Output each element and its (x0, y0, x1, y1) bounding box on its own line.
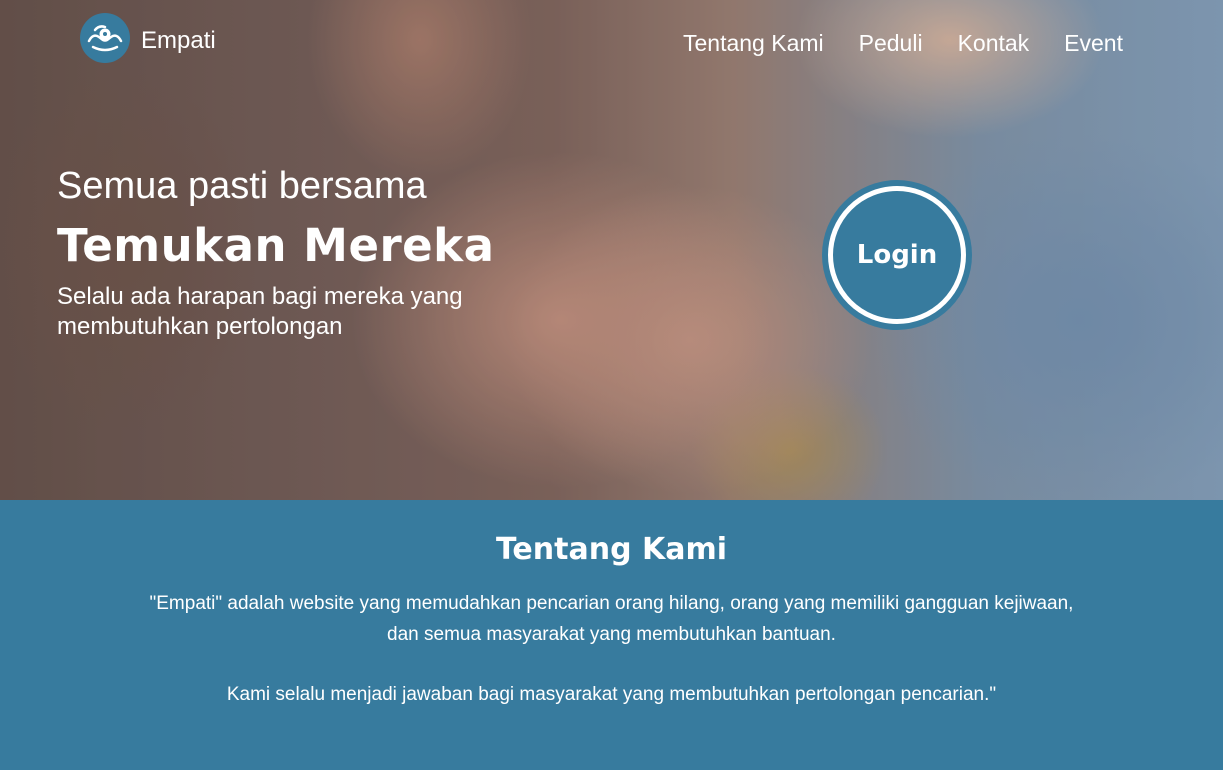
login-button[interactable]: Login (828, 186, 966, 324)
hero-text-block: Semua pasti bersama Temukan Mereka Selal… (57, 164, 497, 342)
nav-kontak[interactable]: Kontak (958, 28, 1030, 58)
about-title: Tentang Kami (495, 532, 728, 567)
brand-name[interactable]: Empati (141, 26, 216, 56)
about-text: "Empati" adalah website yang memudahkan … (0, 588, 1223, 710)
about-line-1: "Empati" adalah website yang memudahkan … (149, 593, 1074, 614)
about-paragraph-2: Kami selalu menjadi jawaban bagi masyara… (226, 684, 997, 705)
nav-peduli[interactable]: Peduli (859, 28, 923, 58)
hero-section: Empati Tentang Kami Peduli Kontak Event … (0, 0, 1223, 500)
about-section: Tentang Kami "Empati" adalah website yan… (0, 500, 1223, 770)
hero-kicker: Semua pasti bersama (57, 165, 427, 207)
nav-tentang-kami[interactable]: Tentang Kami (683, 28, 824, 58)
brand-logo[interactable] (80, 13, 130, 63)
about-line-2: dan semua masyarakat yang membutuhkan ba… (387, 624, 836, 645)
login-ring: Login (822, 180, 972, 330)
hero-title: Temukan Mereka (57, 219, 495, 272)
main-nav: Tentang Kami Peduli Kontak Event (683, 28, 1123, 58)
nav-event[interactable]: Event (1064, 28, 1123, 58)
hero-subtitle: Selalu ada harapan bagi mereka yang memb… (57, 283, 463, 340)
hands-heart-gear-icon (87, 25, 123, 52)
about-paragraph-1: "Empati" adalah website yang memudahkan … (0, 588, 1223, 650)
